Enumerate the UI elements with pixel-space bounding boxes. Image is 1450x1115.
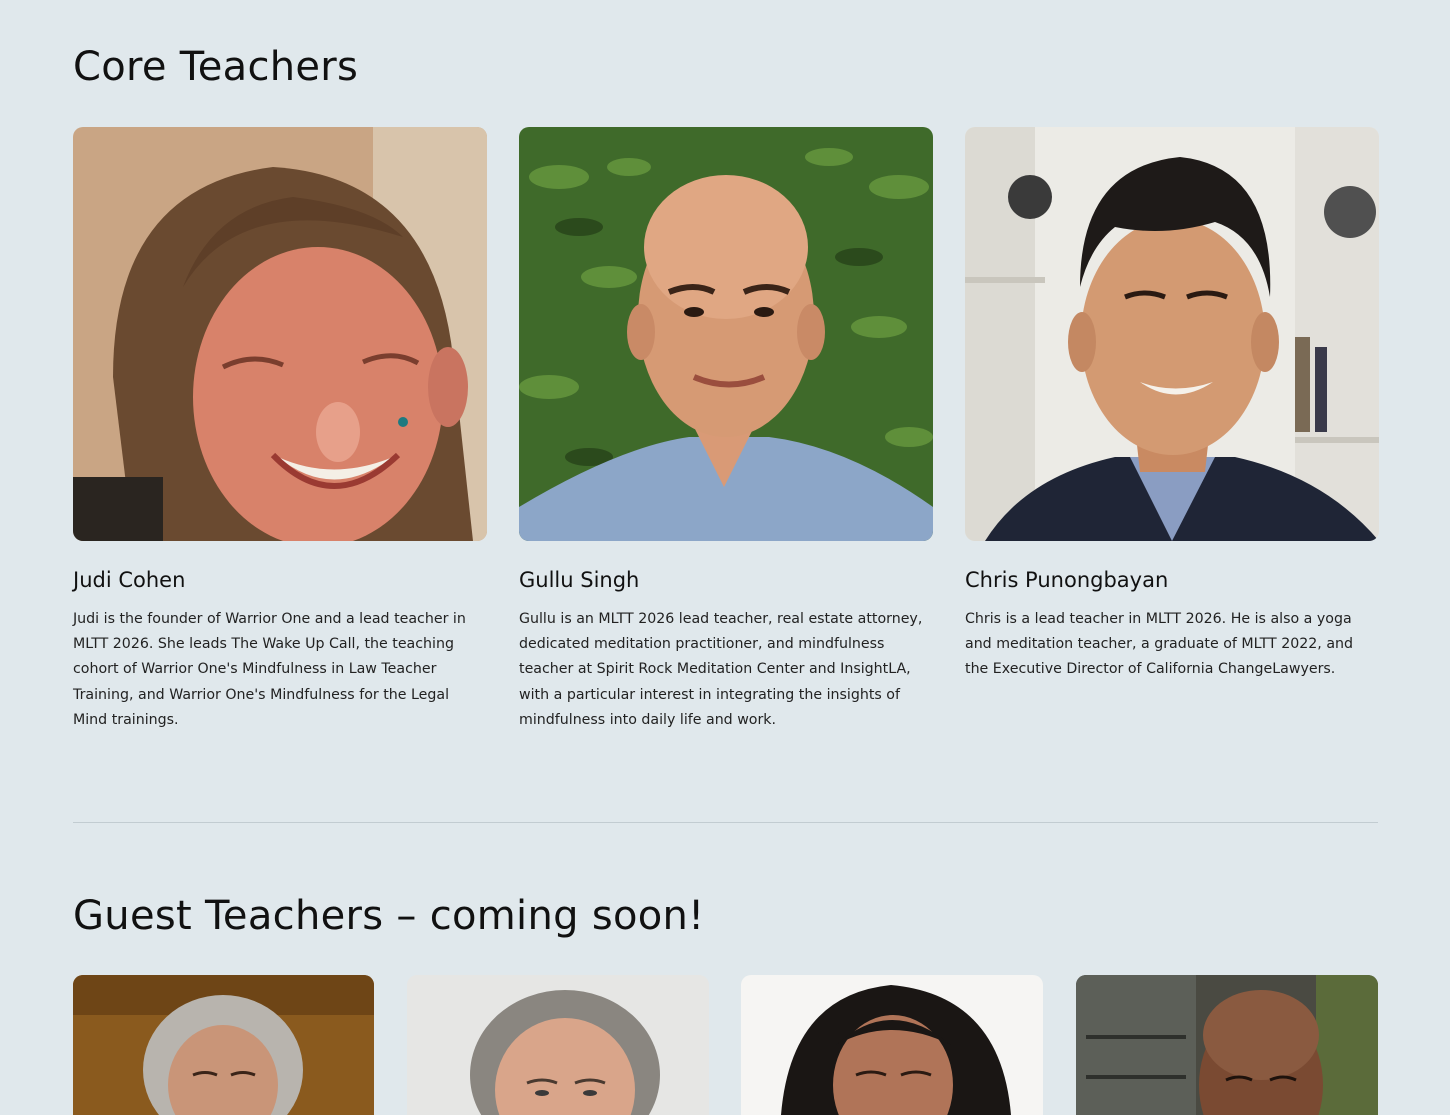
teacher-photo-gullu-singh (519, 127, 933, 541)
teacher-photo-chris-punongbayan (965, 127, 1379, 541)
guest-teacher-photo (1076, 975, 1379, 1115)
guest-teacher-photo (406, 975, 709, 1115)
teacher-name: Gullu Singh (519, 568, 640, 592)
teacher-card-chris-punongbayan: Chris Punongbayan Chris is a lead teache… (965, 127, 1379, 733)
teacher-name: Judi Cohen (73, 568, 186, 592)
guest-teacher-photo (741, 975, 1044, 1115)
core-teachers-grid: Judi Cohen Judi is the founder of Warrio… (73, 127, 1379, 733)
core-teachers-heading: Core Teachers (73, 44, 359, 90)
teacher-card-judi-cohen: Judi Cohen Judi is the founder of Warrio… (73, 127, 487, 733)
section-divider (73, 822, 1378, 823)
teacher-bio: Judi is the founder of Warrior One and a… (73, 611, 466, 728)
teacher-card-gullu-singh: Gullu Singh Gullu is an MLTT 2026 lead t… (519, 127, 933, 733)
guest-teachers-heading: Guest Teachers – coming soon! (73, 893, 705, 939)
teacher-photo-judi-cohen (73, 127, 487, 541)
teacher-bio: Chris is a lead teacher in MLTT 2026. He… (965, 611, 1354, 678)
teacher-bio: Gullu is an MLTT 2026 lead teacher, real… (519, 611, 923, 728)
teacher-name: Chris Punongbayan (965, 568, 1169, 592)
guest-teachers-grid (73, 975, 1379, 1115)
guest-teacher-photo (73, 975, 374, 1115)
